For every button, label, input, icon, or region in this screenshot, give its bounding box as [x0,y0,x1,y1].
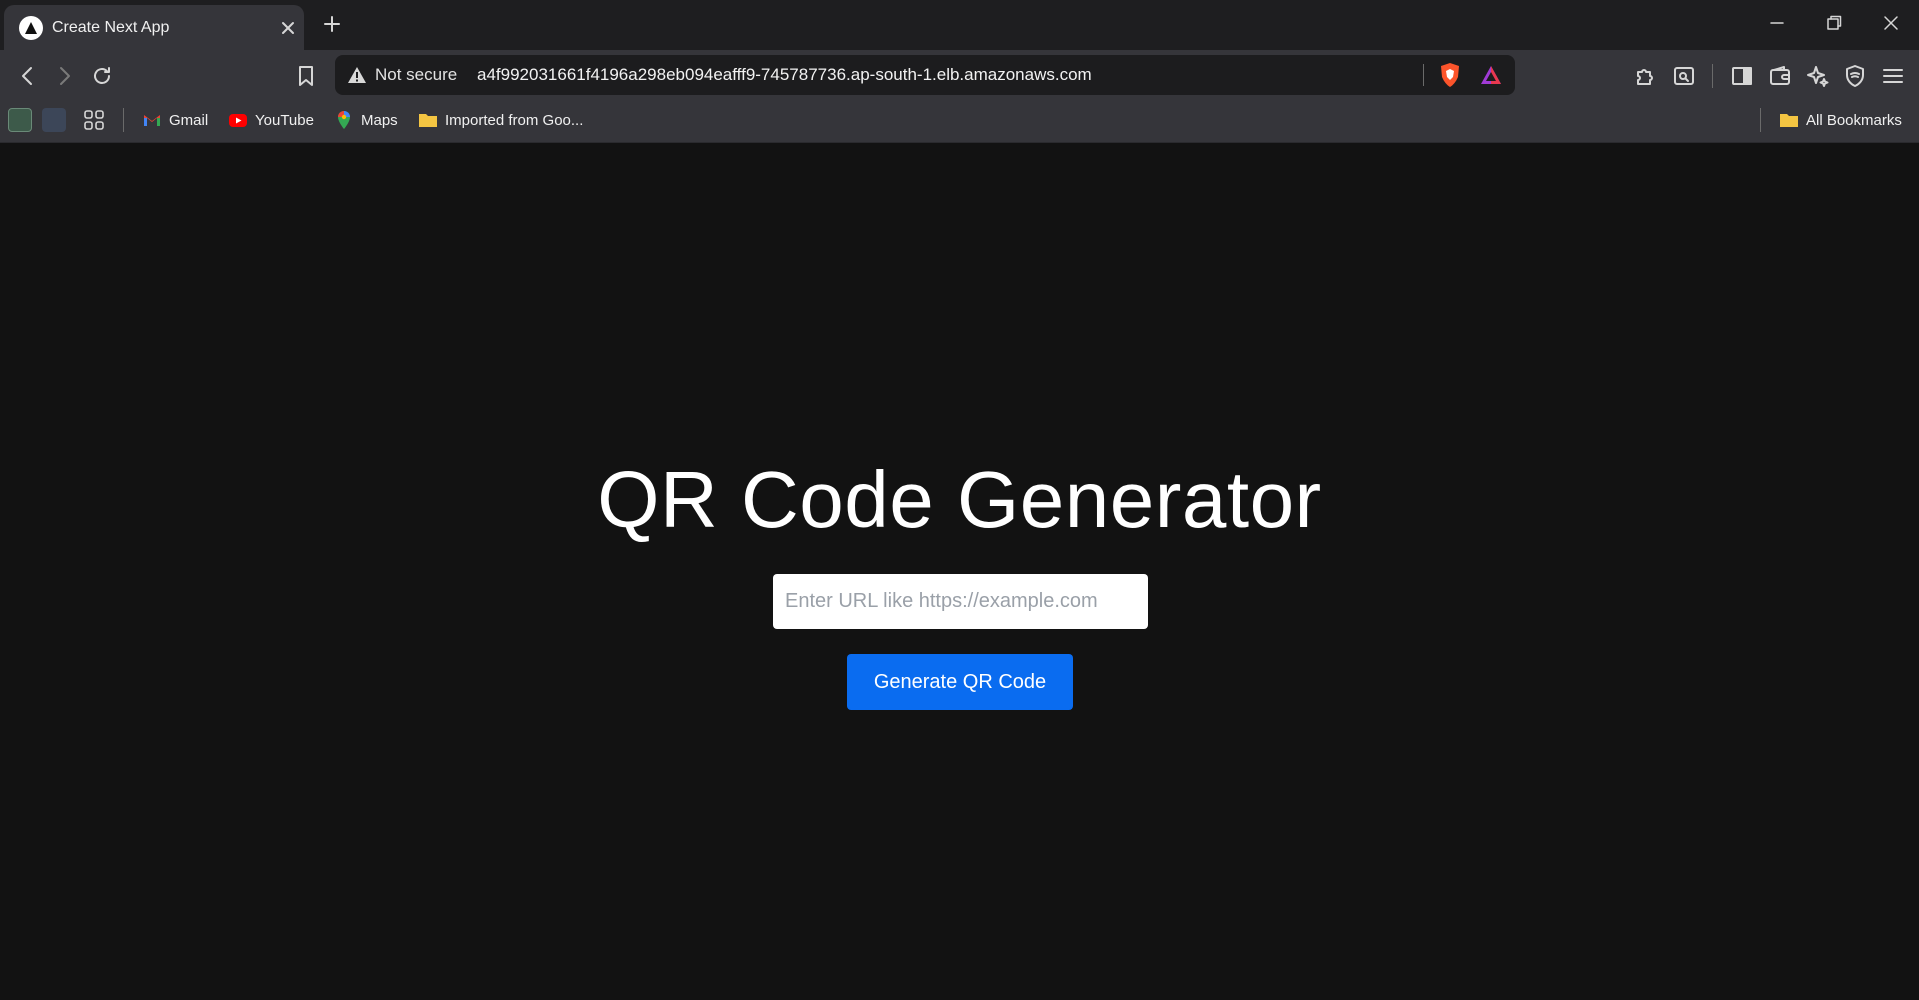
brave-rewards-icon[interactable] [1479,63,1503,87]
apps-grid-icon[interactable] [82,108,106,132]
bookmark-page-icon[interactable] [294,64,318,88]
bookmark-label: Gmail [169,111,209,129]
forward-icon[interactable] [52,64,76,88]
tab-title: Create Next App [52,19,170,36]
folder-icon [1780,114,1798,127]
bookmarks-bar: Gmail YouTube Maps Imported from Goo... … [0,100,1919,143]
browser-toolbar: Not secure a4f992031661f4196a298eb094eaf… [0,50,1919,100]
wallet-icon[interactable] [1768,64,1792,88]
extensions-icon[interactable] [1634,64,1658,88]
active-tab[interactable]: Create Next App [4,5,304,50]
bookmark-imported-folder[interactable]: Imported from Goo... [418,108,583,132]
bookmark-maps[interactable]: Maps [334,108,398,132]
warning-icon [348,67,366,83]
youtube-icon [229,114,247,127]
bookmark-label: Maps [361,111,398,129]
bookmarks-divider [1760,108,1761,132]
page-content: QR Code Generator Generate QR Code [0,144,1919,1000]
bookmark-label: YouTube [255,111,314,129]
page-title: QR Code Generator [597,455,1322,544]
bookmark-label: Imported from Goo... [445,111,584,129]
url-input[interactable] [773,574,1148,629]
menu-icon[interactable] [1881,64,1905,88]
brave-shields-icon[interactable] [1438,62,1462,88]
close-tab-icon[interactable] [280,20,296,36]
page-search-icon[interactable] [1672,64,1696,88]
back-icon[interactable] [16,64,40,88]
bookmark-gmail[interactable]: Gmail [142,108,208,132]
bookmarks-divider [123,108,124,132]
generate-qr-button[interactable]: Generate QR Code [847,654,1073,710]
reload-icon[interactable] [90,64,114,88]
security-indicator[interactable]: Not secure [347,64,457,86]
all-bookmarks-label: All Bookmarks [1806,111,1902,129]
bookmark-shortcut-icon[interactable] [42,108,66,132]
minimize-icon[interactable] [1768,14,1786,32]
restore-icon[interactable] [1825,14,1843,32]
folder-icon [419,114,437,127]
address-bar[interactable]: Not secure a4f992031661f4196a298eb094eaf… [335,55,1515,95]
close-window-icon[interactable] [1882,14,1900,32]
omnibox-divider [1423,64,1424,86]
all-bookmarks-folder[interactable]: All Bookmarks [1779,108,1902,132]
nextjs-favicon-icon [19,16,43,40]
toolbar-divider [1712,64,1713,88]
bookmark-youtube[interactable]: YouTube [228,108,314,132]
url-text[interactable]: a4f992031661f4196a298eb094eafff9-7457877… [477,65,1092,85]
bookmark-shortcut-icon[interactable] [8,108,32,132]
gmail-icon [144,115,160,126]
security-label: Not secure [375,65,458,84]
vpn-shield-icon[interactable] [1843,64,1867,88]
sidebar-icon[interactable] [1730,64,1754,88]
maps-pin-icon [338,111,350,129]
tab-strip: Create Next App [0,0,1919,50]
new-tab-icon[interactable] [322,14,342,34]
leo-ai-icon[interactable] [1806,64,1830,88]
